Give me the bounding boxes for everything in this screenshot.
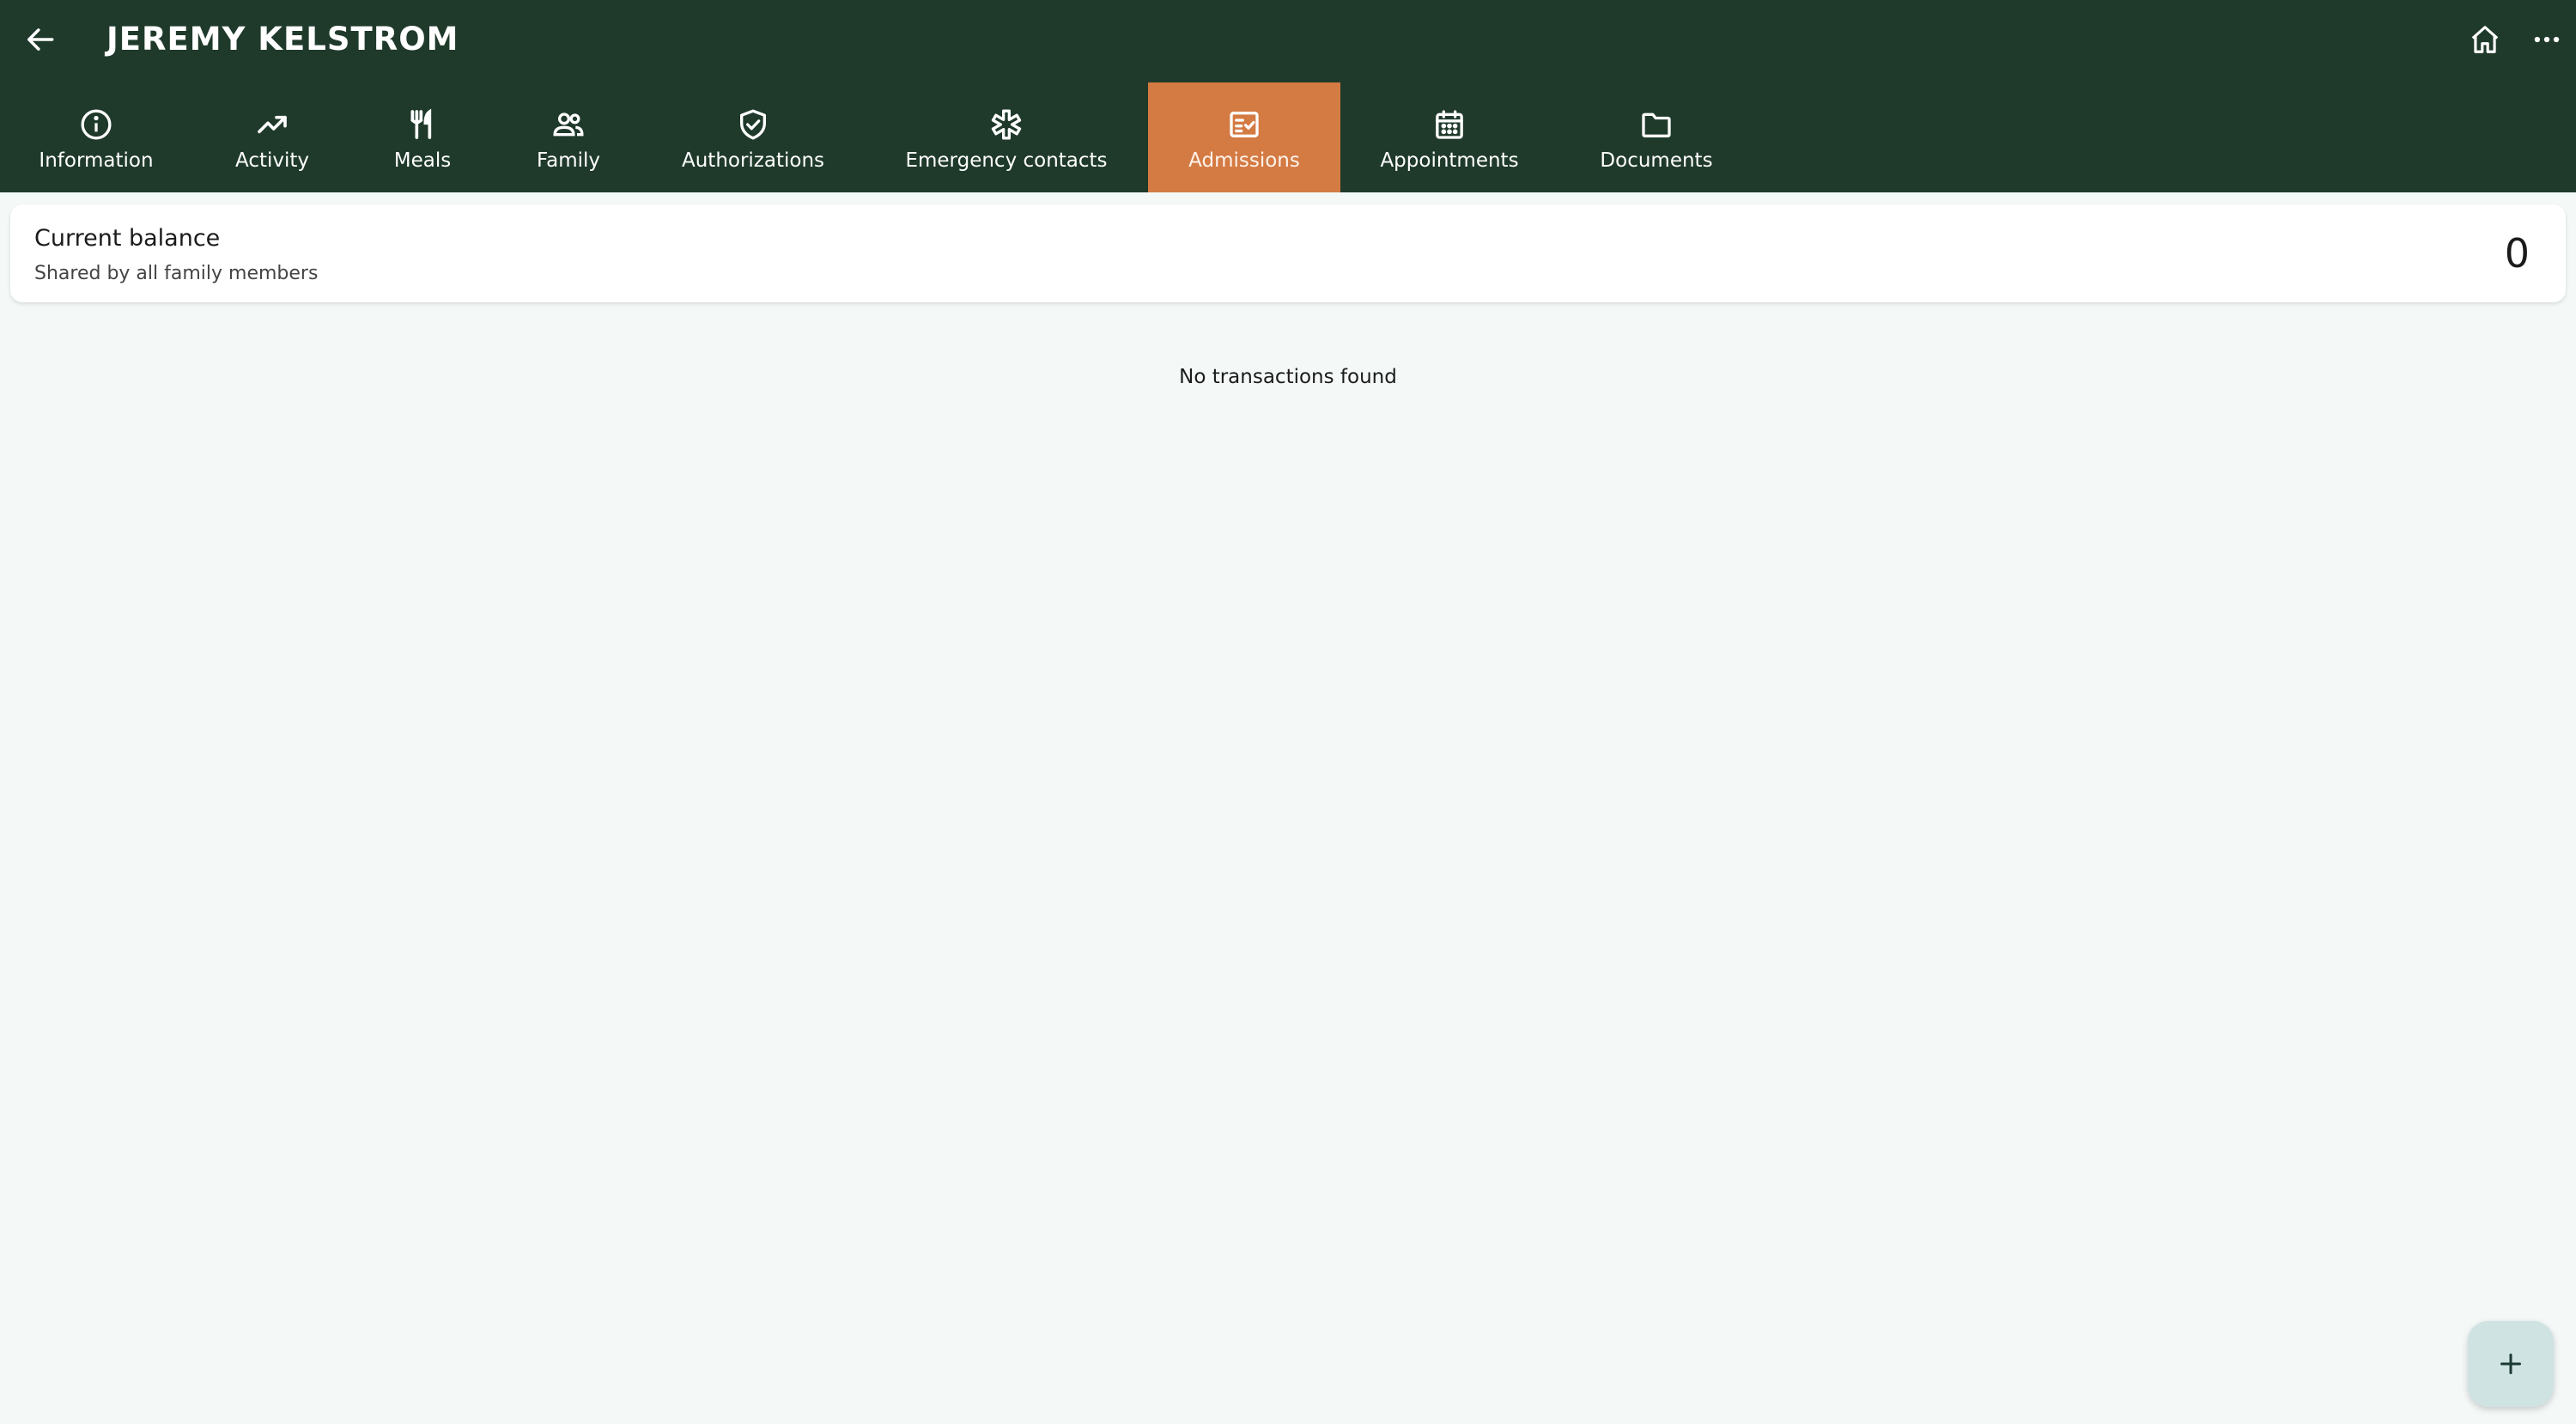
- tab-information[interactable]: Information: [10, 82, 182, 192]
- tab-label-authorizations: Authorizations: [681, 149, 825, 172]
- shield-check-icon: [735, 106, 771, 143]
- home-icon: [2471, 26, 2499, 53]
- balance-card: Current balance Shared by all family mem…: [10, 204, 2566, 302]
- folder-icon: [1638, 106, 1674, 143]
- tab-authorizations[interactable]: Authorizations: [663, 82, 843, 192]
- tab-label-documents: Documents: [1600, 149, 1713, 172]
- trending-up-icon: [254, 106, 290, 143]
- more-options-button[interactable]: [2524, 17, 2569, 62]
- add-fab-button[interactable]: [2468, 1321, 2554, 1407]
- tab-appointments[interactable]: Appointments: [1365, 82, 1534, 192]
- arrow-left-icon: [27, 28, 54, 51]
- tab-emergency-contacts[interactable]: Emergency contacts: [895, 82, 1118, 192]
- info-icon: [78, 106, 114, 143]
- plus-icon: [2500, 1354, 2521, 1374]
- tab-documents[interactable]: Documents: [1577, 82, 1736, 192]
- utensils-icon: [404, 106, 440, 143]
- tab-meals[interactable]: Meals: [362, 82, 483, 192]
- calendar-icon: [1431, 106, 1467, 143]
- tab-activity[interactable]: Activity: [199, 82, 345, 192]
- tab-admissions[interactable]: Admissions: [1148, 82, 1340, 192]
- tab-label-meals: Meals: [393, 149, 452, 172]
- balance-title: Current balance: [34, 225, 221, 252]
- tab-family[interactable]: Family: [500, 82, 637, 192]
- more-horizontal-icon: [2534, 36, 2560, 43]
- back-button[interactable]: [19, 17, 64, 62]
- medical-asterisk-icon: [988, 106, 1024, 143]
- tab-label-information: Information: [39, 149, 154, 172]
- home-button[interactable]: [2463, 17, 2507, 62]
- header-top-row: JEREMY KELSTROM: [0, 0, 2576, 79]
- balance-subtitle: Shared by all family members: [34, 263, 319, 284]
- people-icon: [550, 106, 586, 143]
- checklist-icon: [1226, 106, 1262, 143]
- empty-transactions-message: No transactions found: [1179, 366, 1397, 388]
- tab-label-activity: Activity: [234, 149, 309, 172]
- tab-label-family: Family: [536, 149, 600, 172]
- tab-label-admissions: Admissions: [1188, 149, 1300, 172]
- page-title: JEREMY KELSTROM: [106, 21, 459, 58]
- balance-value: 0: [2504, 230, 2530, 277]
- tab-label-appointments: Appointments: [1380, 149, 1519, 172]
- tab-label-emergency-contacts: Emergency contacts: [905, 149, 1108, 172]
- app-header: JEREMY KELSTROM Information Activity Mea…: [0, 0, 2576, 192]
